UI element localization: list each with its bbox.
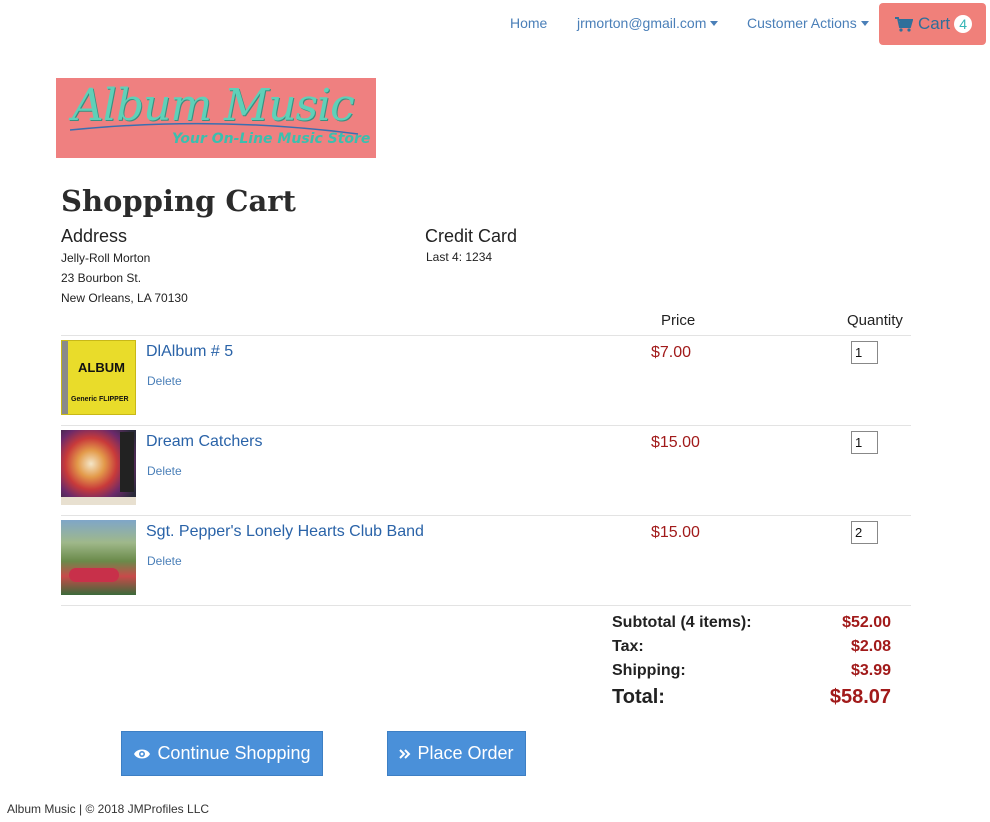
nav-customer-actions-label: Customer Actions [747, 15, 857, 31]
credit-card-last4: Last 4: 1234 [426, 250, 493, 264]
continue-shopping-label: Continue Shopping [157, 743, 311, 763]
logo-tagline: Your On-Line Music Store [172, 131, 371, 147]
shopping-cart-icon [895, 16, 913, 32]
shipping-value: $3.99 [850, 662, 891, 679]
divider [61, 425, 911, 426]
nav-customer-actions-dropdown[interactable]: Customer Actions [747, 15, 869, 31]
delete-item-link[interactable]: Delete [147, 554, 182, 568]
eye-icon [134, 749, 151, 758]
subtotal-label: Subtotal (4 items): [612, 614, 752, 631]
cover-bottom-band [61, 497, 136, 505]
price-column-header: Price [661, 312, 696, 329]
item-title-link[interactable]: Sgt. Pepper's Lonely Hearts Club Band [146, 523, 424, 541]
quantity-column-header: Quantity [847, 312, 903, 329]
tax-label: Tax: [612, 638, 644, 655]
nav-home-link[interactable]: Home [510, 15, 547, 31]
item-price: $7.00 [651, 344, 692, 361]
cover-barcode [62, 341, 68, 414]
quantity-input[interactable] [851, 431, 878, 454]
page-title: Shopping Cart [61, 184, 296, 218]
item-price: $15.00 [651, 524, 700, 541]
quantity-input[interactable] [851, 521, 878, 544]
footer-text: Album Music | © 2018 JMProfiles LLC [7, 802, 210, 816]
address-heading: Address [61, 226, 128, 246]
divider [61, 605, 911, 606]
chevron-down-icon [860, 21, 869, 26]
album-cover-thumbnail[interactable] [61, 430, 136, 505]
cart-count-badge: 4 [954, 15, 973, 33]
album-music-logo: Album Music Your On-Line Music Store [56, 78, 376, 158]
divider [61, 515, 911, 516]
double-chevron-right-icon [399, 748, 411, 759]
nav-user-label: jrmorton@gmail.com [577, 15, 707, 31]
cart-button[interactable]: Cart 4 [879, 3, 986, 45]
delete-item-link[interactable]: Delete [147, 374, 182, 388]
cover-drum-shape [69, 568, 119, 582]
credit-card-heading: Credit Card [425, 226, 518, 246]
address-name: Jelly-Roll Morton [61, 251, 151, 265]
address-city: New Orleans, LA 70130 [61, 291, 188, 305]
divider [61, 335, 911, 336]
cover-side-strip [120, 432, 134, 492]
item-title-link[interactable]: Dream Catchers [146, 433, 262, 451]
item-price: $15.00 [651, 434, 700, 451]
shipping-label: Shipping: [612, 662, 686, 679]
logo-title: Album Music [72, 80, 355, 131]
total-value: $58.07 [829, 686, 891, 708]
tax-value: $2.08 [850, 638, 891, 655]
place-order-label: Place Order [417, 743, 514, 763]
continue-shopping-button[interactable]: Continue Shopping [121, 731, 323, 776]
quantity-input[interactable] [851, 341, 878, 364]
delete-item-link[interactable]: Delete [147, 464, 182, 478]
cover-title-text: ALBUM [78, 360, 125, 375]
address-street: 23 Bourbon St. [61, 271, 142, 285]
cart-label: Cart [918, 14, 951, 33]
album-cover-thumbnail[interactable] [61, 520, 136, 595]
item-title-link[interactable]: DlAlbum # 5 [146, 343, 233, 361]
place-order-button[interactable]: Place Order [387, 731, 526, 776]
cover-subtitle-text: Generic FLIPPER [71, 396, 129, 403]
album-cover-thumbnail[interactable]: ALBUM Generic FLIPPER [61, 340, 136, 415]
chevron-down-icon [710, 21, 719, 26]
total-label: Total: [612, 686, 665, 708]
nav-user-dropdown[interactable]: jrmorton@gmail.com [577, 15, 719, 31]
subtotal-value: $52.00 [842, 614, 891, 631]
